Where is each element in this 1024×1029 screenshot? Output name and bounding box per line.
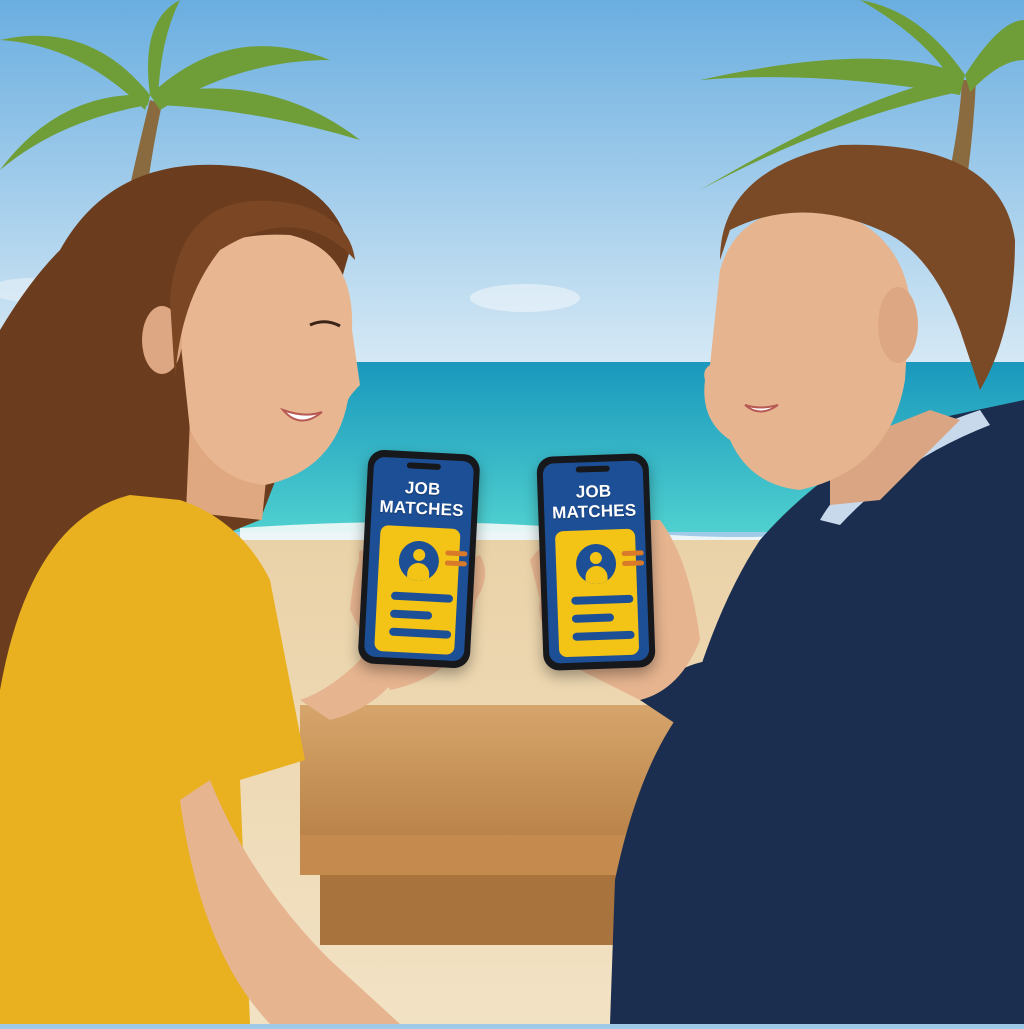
phone-screen: JOB MATCHES [542, 460, 650, 664]
man-ear [878, 287, 918, 363]
card-tag [444, 560, 467, 567]
beach-scene: JOB MATCHES JOB MATCHES [0, 0, 1024, 1024]
card-tag [621, 560, 645, 567]
card-text-line [571, 594, 634, 605]
card-text-line [571, 613, 615, 623]
user-avatar-icon [397, 539, 440, 583]
phone-screen: JOB MATCHES [363, 456, 475, 662]
phone-notch [575, 465, 610, 473]
cloud [470, 284, 580, 312]
title-line-2: MATCHES [379, 496, 465, 521]
card-tag [621, 550, 644, 557]
app-title: JOB MATCHES [543, 480, 644, 523]
card-text-line [390, 591, 454, 603]
card-text-line [389, 609, 433, 620]
phone-notch [406, 462, 442, 471]
card-text-line [388, 627, 452, 639]
phone-left: JOB MATCHES [357, 449, 481, 669]
card-tag [445, 550, 468, 557]
card-text-line [572, 630, 635, 641]
job-match-card[interactable] [554, 528, 645, 658]
app-title: JOB MATCHES [371, 476, 473, 521]
phone-right: JOB MATCHES [536, 453, 656, 671]
scene-illustration [0, 0, 1024, 1024]
title-line-2: MATCHES [551, 500, 637, 523]
job-match-card[interactable] [374, 524, 468, 655]
user-avatar-icon [575, 543, 617, 585]
